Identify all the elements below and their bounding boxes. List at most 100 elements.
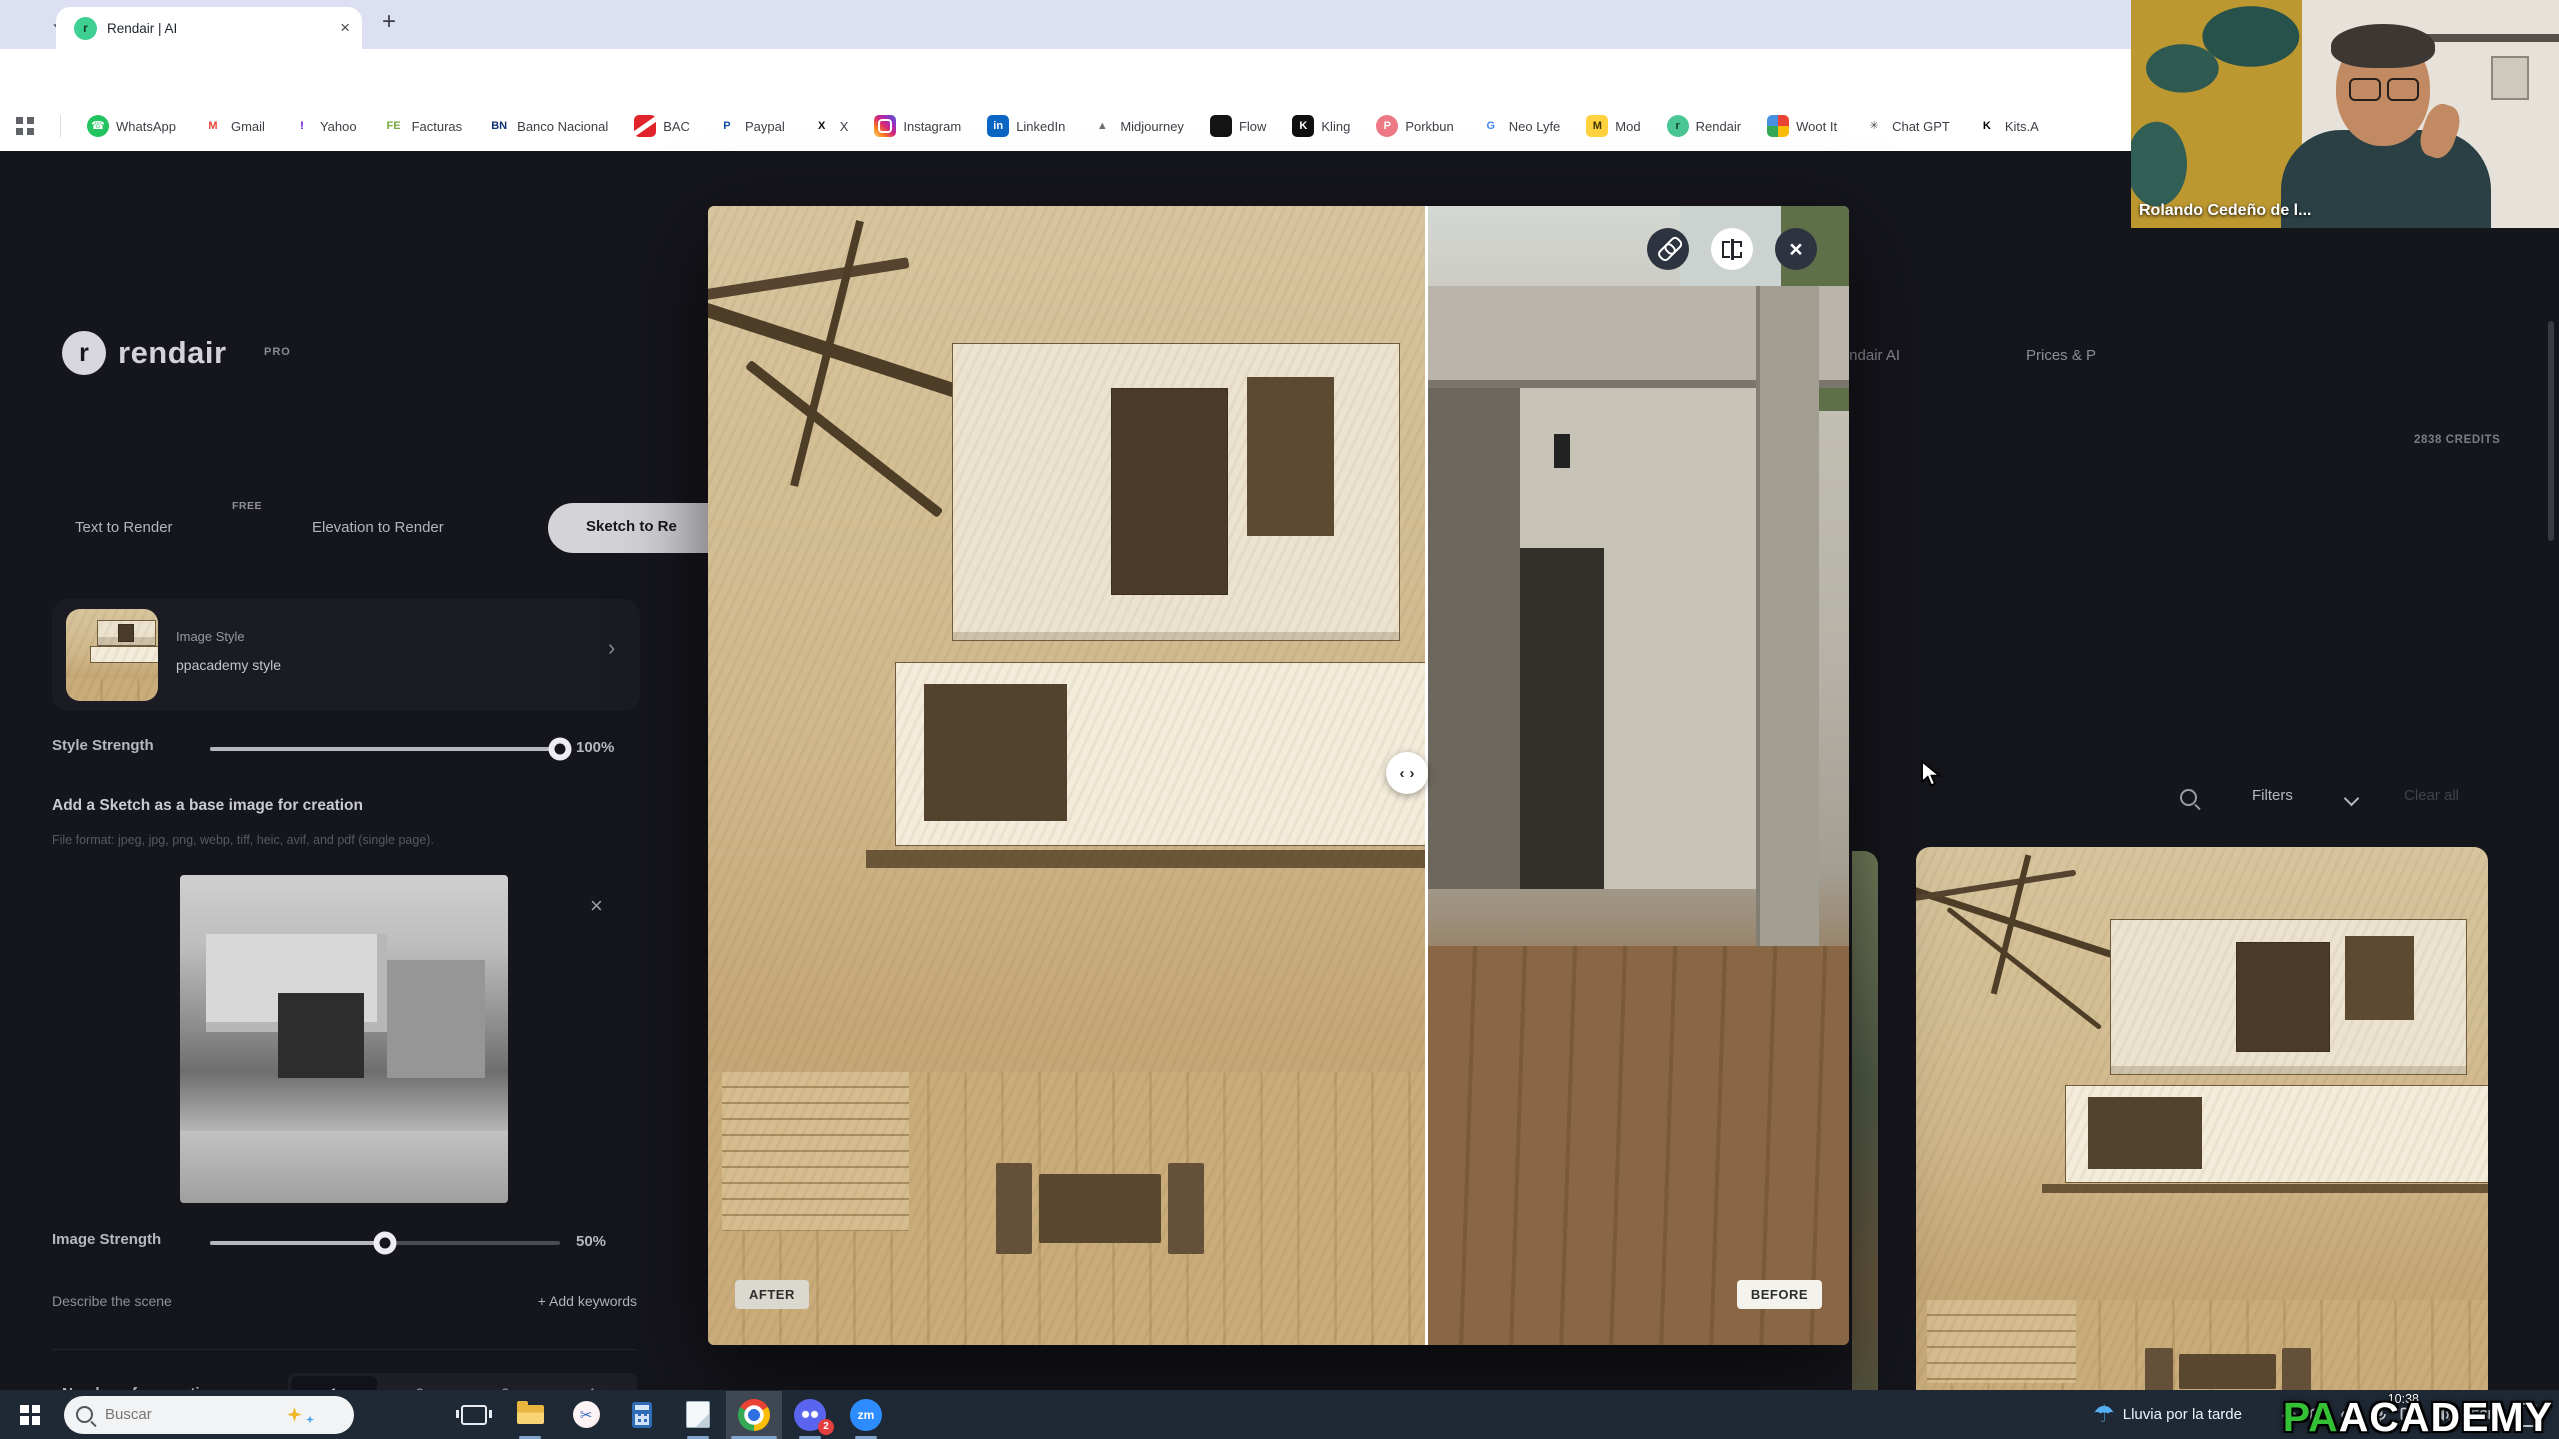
bookmarks-list: ☎ WhatsApp M Gmail ! Yahoo FE Facturas B…: [87, 115, 2039, 137]
bookmark-item[interactable]: M Mod: [1586, 115, 1640, 137]
compare-slider-handle[interactable]: ‹ ›: [1386, 752, 1428, 794]
bookmark-label: Instagram: [903, 119, 961, 134]
webcam-name-label: Rolando Cedeño de l...: [2139, 202, 2311, 220]
copilot-sparkle-small-icon: [306, 1416, 314, 1424]
rendair-logo-icon[interactable]: r: [62, 331, 106, 375]
start-button[interactable]: [0, 1390, 60, 1439]
bookmark-item[interactable]: ▲ Midjourney: [1091, 115, 1184, 137]
taskbar-discord-icon[interactable]: 2: [782, 1391, 838, 1439]
bookmark-item[interactable]: Flow: [1210, 115, 1266, 137]
add-keywords-button[interactable]: + Add keywords: [430, 1293, 637, 1309]
filters-chevron-icon[interactable]: [2344, 791, 2360, 807]
gallery-search-icon[interactable]: [2180, 789, 2197, 806]
style-strength-fill: [210, 747, 560, 751]
bookmark-item[interactable]: FE Facturas: [383, 115, 463, 137]
tab-close-icon[interactable]: ×: [340, 18, 350, 38]
bookmark-favicon: M: [202, 115, 224, 137]
image-style-thumbnail[interactable]: [66, 609, 158, 701]
rendair-logo-text[interactable]: rendair: [118, 335, 227, 371]
bookmark-item[interactable]: in LinkedIn: [987, 115, 1065, 137]
image-strength-fill: [210, 1241, 385, 1245]
bookmark-item[interactable]: BAC: [634, 115, 690, 137]
taskbar-zoom-icon[interactable]: zm: [838, 1391, 894, 1439]
image-strength-slider[interactable]: [210, 1241, 560, 1245]
taskbar-apps: 2 zm: [446, 1391, 894, 1439]
bookmark-item[interactable]: ✳ Chat GPT: [1863, 115, 1950, 137]
uploaded-sketch-thumbnail[interactable]: [180, 875, 508, 1203]
bookmark-favicon: P: [1376, 115, 1398, 137]
free-badge: FREE: [232, 500, 262, 512]
taskbar: 2 zm ☂ Lluvia por la tarde ESP 10:38: [0, 1390, 2559, 1439]
watermark-academy: ACADEMY: [2339, 1394, 2553, 1439]
bookmark-item[interactable]: X X: [811, 115, 849, 137]
after-tag: AFTER: [735, 1280, 809, 1309]
image-style-chevron-icon[interactable]: ›: [608, 635, 615, 661]
image-style-label: Image Style: [176, 629, 245, 644]
clear-all-button[interactable]: Clear all: [2404, 787, 2459, 804]
bookmark-item[interactable]: G Neo Lyfe: [1480, 115, 1561, 137]
taskbar-chrome-icon[interactable]: [726, 1391, 782, 1439]
nav-prices[interactable]: Prices & P: [2026, 347, 2096, 364]
bookmark-label: Paypal: [745, 119, 785, 134]
taskbar-notepad-icon[interactable]: [670, 1391, 726, 1439]
browser-tab[interactable]: r Rendair | AI ×: [56, 7, 362, 49]
filters-button[interactable]: Filters: [2252, 787, 2293, 804]
bookmark-favicon: in: [987, 115, 1009, 137]
bookmark-favicon: ☎: [87, 115, 109, 137]
taskbar-search-input[interactable]: [103, 1405, 277, 1424]
copilot-sparkle-icon[interactable]: [287, 1407, 302, 1422]
taskbar-snipping-tool-icon[interactable]: [558, 1391, 614, 1439]
handle-left-arrow-icon: ‹: [1400, 765, 1405, 782]
compare-toggle-button[interactable]: [1711, 228, 1753, 270]
bookmark-label: X: [840, 119, 849, 134]
bookmark-item[interactable]: Woot It: [1767, 115, 1837, 137]
bookmark-item[interactable]: r Rendair: [1667, 115, 1742, 137]
bookmark-item[interactable]: BN Banco Nacional: [488, 115, 608, 137]
style-strength-label: Style Strength: [52, 737, 154, 754]
modal-close-button[interactable]: ×: [1775, 228, 1817, 270]
bookmark-label: WhatsApp: [116, 119, 176, 134]
before-image-art: [1427, 206, 1849, 1345]
bookmark-favicon: !: [291, 115, 313, 137]
compare-icon: [1722, 241, 1742, 258]
remove-sketch-button[interactable]: ×: [590, 893, 603, 919]
pa-academy-watermark: PAACADEMY: [2283, 1394, 2553, 1439]
close-icon: ×: [1789, 236, 1802, 263]
bookmark-item[interactable]: P Porkbun: [1376, 115, 1453, 137]
image-strength-label: Image Strength: [52, 1231, 161, 1248]
style-strength-handle[interactable]: [549, 738, 572, 761]
bookmark-item[interactable]: K Kling: [1292, 115, 1350, 137]
bookmark-item[interactable]: Instagram: [874, 115, 961, 137]
taskbar-search-icon: [76, 1406, 93, 1423]
weather-rain-icon[interactable]: ☂: [2093, 1400, 2115, 1429]
gallery-card-partial[interactable]: [1852, 851, 1878, 1439]
style-strength-slider[interactable]: [210, 747, 560, 751]
gallery-card[interactable]: SKETCH TO RENDER: [1916, 847, 2488, 1439]
bookmark-label: Yahoo: [320, 119, 357, 134]
weather-text[interactable]: Lluvia por la tarde: [2123, 1406, 2242, 1423]
describe-input-underline[interactable]: [52, 1349, 637, 1350]
page-scrollbar[interactable]: [2548, 321, 2554, 541]
bookmark-label: Flow: [1239, 119, 1266, 134]
bookmark-favicon: [1210, 115, 1232, 137]
apps-grid-icon[interactable]: [16, 117, 34, 135]
bookmark-item[interactable]: ☎ WhatsApp: [87, 115, 176, 137]
taskbar-file-explorer-icon[interactable]: [502, 1391, 558, 1439]
bookmark-item[interactable]: K Kits.A: [1976, 115, 2039, 137]
taskbar-calculator-icon[interactable]: [614, 1391, 670, 1439]
bookmark-item[interactable]: M Gmail: [202, 115, 265, 137]
taskbar-search[interactable]: [64, 1396, 354, 1434]
tab-text-to-render[interactable]: Text to Render: [75, 519, 173, 536]
image-strength-handle[interactable]: [374, 1232, 397, 1255]
copy-link-button[interactable]: [1647, 228, 1689, 270]
sketch-section-heading: Add a Sketch as a base image for creatio…: [52, 797, 363, 815]
describe-scene-label[interactable]: Describe the scene: [52, 1293, 172, 1309]
bookmark-item[interactable]: ! Yahoo: [291, 115, 357, 137]
tab-elevation-to-render[interactable]: Elevation to Render: [312, 519, 444, 536]
after-image: [708, 206, 1427, 1345]
bookmark-item[interactable]: P Paypal: [716, 115, 785, 137]
before-image: [1427, 206, 1849, 1345]
taskbar-task-view-icon[interactable]: [446, 1391, 502, 1439]
zoom-label: zm: [858, 1408, 875, 1422]
new-tab-button[interactable]: +: [382, 8, 396, 36]
